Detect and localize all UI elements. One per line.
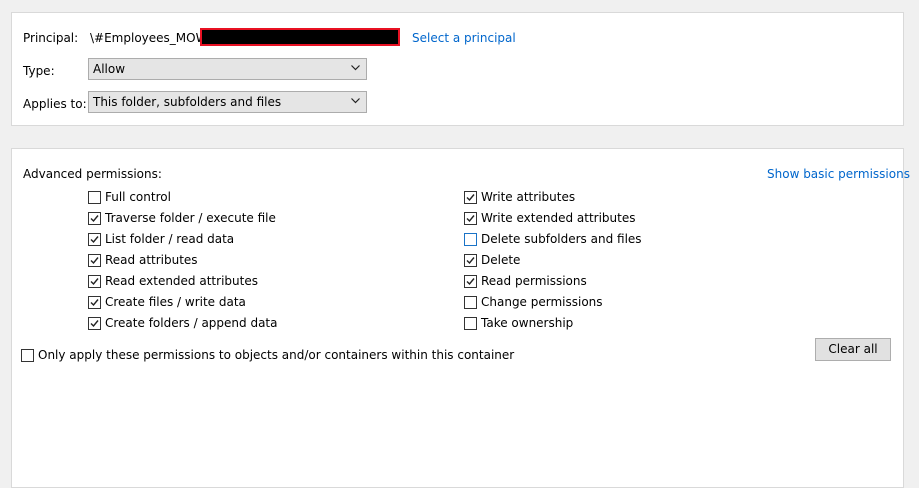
- permission-checkbox-row[interactable]: Create files / write data: [88, 294, 246, 310]
- checkmark-icon: [466, 214, 475, 222]
- only-apply-checkbox[interactable]: [21, 348, 34, 362]
- permission-checkbox[interactable]: [464, 274, 477, 288]
- principal-panel: Principal: \#Employees_MOW Select a prin…: [11, 12, 904, 126]
- permission-checkbox[interactable]: [88, 190, 101, 204]
- permission-checkbox[interactable]: [88, 295, 101, 309]
- checkmark-icon: [90, 277, 99, 285]
- permission-label: Delete subfolders and files: [481, 232, 642, 246]
- permission-checkbox[interactable]: [88, 253, 101, 267]
- permission-label: Create files / write data: [105, 295, 246, 309]
- permission-checkbox-row[interactable]: Full control: [88, 189, 171, 205]
- permission-label: Traverse folder / execute file: [105, 211, 276, 225]
- permission-label: Read permissions: [481, 274, 587, 288]
- permission-checkbox[interactable]: [88, 316, 101, 330]
- permission-checkbox[interactable]: [464, 232, 477, 246]
- permission-label: List folder / read data: [105, 232, 235, 246]
- chevron-down-icon: [351, 65, 360, 71]
- clear-all-button[interactable]: Clear all: [815, 338, 891, 361]
- permission-checkbox-row[interactable]: Delete subfolders and files: [464, 231, 642, 247]
- type-value: Allow: [93, 62, 126, 76]
- applies-to-label: Applies to:: [23, 97, 87, 111]
- checkmark-icon: [90, 214, 99, 222]
- only-apply-label: Only apply these permissions to objects …: [38, 348, 515, 362]
- permission-checkbox-row[interactable]: Read attributes: [88, 252, 198, 268]
- permission-checkbox[interactable]: [464, 190, 477, 204]
- permission-checkbox-row[interactable]: Read extended attributes: [88, 273, 258, 289]
- permission-checkbox-row[interactable]: Write extended attributes: [464, 210, 636, 226]
- type-combobox[interactable]: Allow: [88, 58, 367, 80]
- permission-checkbox[interactable]: [464, 316, 477, 330]
- principal-value: \#Employees_MOW: [90, 31, 208, 45]
- permission-checkbox[interactable]: [88, 211, 101, 225]
- permission-checkbox-row[interactable]: Create folders / append data: [88, 315, 277, 331]
- type-label: Type:: [23, 64, 55, 78]
- permission-checkbox-row[interactable]: Take ownership: [464, 315, 573, 331]
- checkmark-icon: [90, 319, 99, 327]
- checkmark-icon: [466, 277, 475, 285]
- advanced-permissions-title: Advanced permissions:: [23, 167, 162, 181]
- permission-checkbox-row[interactable]: Read permissions: [464, 273, 587, 289]
- permission-checkbox-row[interactable]: Traverse folder / execute file: [88, 210, 276, 226]
- permission-checkbox-row[interactable]: Write attributes: [464, 189, 575, 205]
- applies-to-combobox[interactable]: This folder, subfolders and files: [88, 91, 367, 113]
- permission-checkbox[interactable]: [464, 211, 477, 225]
- permission-checkbox[interactable]: [464, 295, 477, 309]
- permission-checkbox-row[interactable]: Change permissions: [464, 294, 603, 310]
- redacted-principal-box: [200, 28, 400, 46]
- permission-label: Write extended attributes: [481, 211, 636, 225]
- checkmark-icon: [466, 256, 475, 264]
- checkmark-icon: [90, 256, 99, 264]
- permission-label: Write attributes: [481, 190, 576, 204]
- permission-label: Full control: [105, 190, 171, 204]
- only-apply-checkbox-row[interactable]: Only apply these permissions to objects …: [21, 347, 514, 363]
- advanced-permissions-panel: Advanced permissions: Show basic permiss…: [11, 148, 910, 488]
- permission-label: Delete: [481, 253, 521, 267]
- permission-checkbox-row[interactable]: Delete: [464, 252, 520, 268]
- applies-to-value: This folder, subfolders and files: [93, 95, 282, 109]
- permission-label: Read extended attributes: [105, 274, 258, 288]
- permission-label: Take ownership: [481, 316, 574, 330]
- permission-checkbox[interactable]: [88, 232, 101, 246]
- checkmark-icon: [90, 298, 99, 306]
- permission-checkbox[interactable]: [88, 274, 101, 288]
- permission-label: Read attributes: [105, 253, 198, 267]
- chevron-down-icon: [351, 98, 360, 104]
- permission-checkbox-row[interactable]: List folder / read data: [88, 231, 234, 247]
- checkmark-icon: [466, 193, 475, 201]
- select-principal-link[interactable]: Select a principal: [412, 31, 516, 45]
- principal-label: Principal:: [23, 31, 79, 45]
- checkmark-icon: [90, 235, 99, 243]
- permission-label: Create folders / append data: [105, 316, 278, 330]
- permission-checkbox[interactable]: [464, 253, 477, 267]
- permission-label: Change permissions: [481, 295, 603, 309]
- show-basic-permissions-link[interactable]: Show basic permissions: [767, 167, 910, 181]
